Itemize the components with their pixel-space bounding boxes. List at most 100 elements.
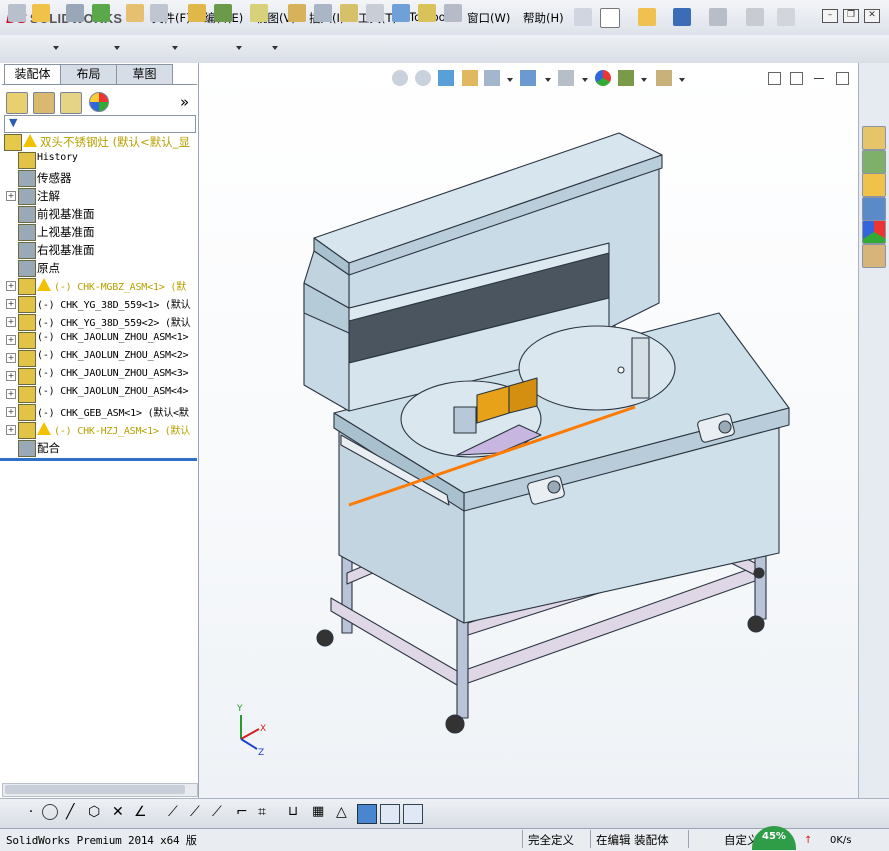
tree-item[interactable]: + (-) CHK-HZJ_ASM<1> (默认 <box>0 421 198 439</box>
explode-line-sketch-icon[interactable] <box>340 4 358 22</box>
corner-rectangle-icon[interactable]: ⌐ <box>236 804 254 822</box>
menu-help[interactable]: 帮助(H) <box>523 10 564 26</box>
expand-toggle-icon[interactable]: + <box>6 335 16 345</box>
insert-components-icon[interactable] <box>8 4 26 22</box>
feature-manager-tree-icon[interactable] <box>6 92 28 114</box>
tree-filter-input[interactable]: ▼ <box>4 115 196 133</box>
smart-fasteners-icon[interactable] <box>92 4 110 22</box>
shaded-display-icon[interactable] <box>357 804 377 824</box>
undo-icon[interactable] <box>746 8 764 26</box>
appearances-icon[interactable] <box>862 220 886 244</box>
fasteners-dropdown-icon[interactable] <box>114 46 120 50</box>
assembly-features-icon[interactable] <box>188 4 206 22</box>
tree-item[interactable]: 传感器 <box>0 169 198 187</box>
network-speed: 0K/s <box>830 835 852 846</box>
line-icon[interactable]: ╱ <box>66 804 84 822</box>
smart-dimension-icon[interactable]: ⊔ <box>288 804 306 822</box>
configuration-manager-icon[interactable] <box>60 92 82 114</box>
view-palette-icon[interactable] <box>862 197 886 221</box>
tree-item[interactable]: + (-) CHK_GEB_ASM<1> (默认<默 <box>0 403 198 421</box>
tree-item-label: (-) CHK_JAOLUN_ZHOU_ASM<2> <box>37 350 189 361</box>
new-document-icon[interactable] <box>600 8 620 28</box>
file-explorer-icon[interactable] <box>862 173 886 197</box>
show-hidden-dropdown-icon[interactable] <box>172 46 178 50</box>
hole-alignment-icon[interactable] <box>418 4 436 22</box>
expand-toggle-icon[interactable]: + <box>6 425 16 435</box>
show-hidden-icon[interactable] <box>150 4 168 22</box>
interference-detection-icon[interactable] <box>366 4 384 22</box>
panel-splitter[interactable] <box>0 458 197 461</box>
tree-item[interactable]: + (-) CHK_JAOLUN_ZHOU_ASM<4> <box>0 385 198 403</box>
panel-expand-icon[interactable]: » <box>180 93 189 111</box>
mate-icon[interactable] <box>32 4 50 22</box>
pin-icon[interactable] <box>574 8 592 26</box>
mate-dropdown-icon[interactable] <box>53 46 59 50</box>
panel-horizontal-scrollbar[interactable] <box>2 783 198 797</box>
tree-item[interactable]: + (-) CHK_YG_38D_559<2> (默认 <box>0 313 198 331</box>
tree-item[interactable]: 上视基准面 <box>0 223 198 241</box>
tree-item[interactable]: + (-) CHK-MGBZ_ASM<1> (默 <box>0 277 198 295</box>
move-component-icon[interactable] <box>126 4 144 22</box>
bill-of-materials-icon[interactable] <box>288 4 306 22</box>
tree-item[interactable]: 双头不锈钢灶 (默认<默认_显 <box>0 133 198 151</box>
print-icon[interactable] <box>709 8 727 26</box>
table-icon[interactable] <box>403 804 423 824</box>
expand-toggle-icon[interactable]: + <box>6 389 16 399</box>
save-icon[interactable] <box>673 8 691 26</box>
close-button[interactable]: ✕ <box>864 9 880 23</box>
help-icon[interactable] <box>777 8 795 26</box>
expand-toggle-icon[interactable]: + <box>6 281 16 291</box>
polygon-icon[interactable]: ⬡ <box>88 804 106 822</box>
expand-toggle-icon[interactable]: + <box>6 317 16 327</box>
solidworks-resources-icon[interactable] <box>862 126 886 150</box>
reference-dropdown-icon[interactable] <box>236 46 242 50</box>
exploded-view-icon[interactable] <box>314 4 332 22</box>
expand-toggle-icon[interactable]: + <box>6 407 16 417</box>
motion-dropdown-icon[interactable] <box>272 46 278 50</box>
scroll-thumb[interactable] <box>5 785 185 794</box>
display-manager-icon[interactable] <box>89 92 109 112</box>
point-icon[interactable]: · <box>22 804 40 822</box>
tree-item[interactable]: 原点 <box>0 259 198 277</box>
point-grid-icon[interactable]: ⌗ <box>258 804 276 822</box>
open-folder-icon[interactable] <box>638 8 656 26</box>
design-library-icon[interactable] <box>862 150 886 174</box>
tab-layout[interactable]: 布局 <box>60 64 117 84</box>
tree-item[interactable]: 配合 <box>0 439 198 457</box>
tree-item[interactable]: + 注解 <box>0 187 198 205</box>
expand-toggle-icon[interactable]: + <box>6 191 16 201</box>
tree-item[interactable]: 前视基准面 <box>0 205 198 223</box>
tree-item[interactable]: + (-) CHK_JAOLUN_ZHOU_ASM<2> <box>0 349 198 367</box>
tree-item[interactable]: History <box>0 151 198 169</box>
property-manager-icon[interactable] <box>33 92 55 114</box>
menu-window[interactable]: 窗口(W) <box>467 10 510 26</box>
instant3d-icon[interactable] <box>444 4 462 22</box>
custom-properties-icon[interactable] <box>862 244 886 268</box>
angle-line-icon[interactable]: ∠ <box>134 804 152 822</box>
trim-icon[interactable]: ✕ <box>112 804 130 822</box>
expand-toggle-icon[interactable]: + <box>6 371 16 381</box>
tree-item[interactable]: + (-) CHK_JAOLUN_ZHOU_ASM<3> <box>0 367 198 385</box>
new-motion-study-icon[interactable] <box>250 4 268 22</box>
tree-item[interactable]: + (-) CHK_JAOLUN_ZHOU_ASM<1> <box>0 331 198 349</box>
triangle-icon[interactable]: △ <box>336 804 354 822</box>
tree-item[interactable]: 右视基准面 <box>0 241 198 259</box>
restore-button[interactable]: ❐ <box>843 9 859 23</box>
mirror-icon[interactable]: ⟋ <box>168 804 186 822</box>
reference-geometry-icon[interactable] <box>214 4 232 22</box>
tab-sketch[interactable]: 草图 <box>116 64 173 84</box>
grid-icon[interactable]: ▦ <box>312 804 330 822</box>
clearance-verification-icon[interactable] <box>392 4 410 22</box>
minimize-button[interactable]: – <box>822 9 838 23</box>
convert-entities-icon[interactable]: ⟋ <box>212 804 230 822</box>
circle-icon[interactable] <box>42 804 58 820</box>
offset-icon[interactable]: ⟋ <box>190 804 208 822</box>
expand-toggle-icon[interactable]: + <box>6 353 16 363</box>
linear-pattern-icon[interactable] <box>66 4 84 22</box>
expand-toggle-icon[interactable]: + <box>6 299 16 309</box>
tree-item[interactable]: + (-) CHK_YG_38D_559<1> (默认 <box>0 295 198 313</box>
version-text: SolidWorks Premium 2014 x64 版 <box>6 834 197 847</box>
tab-assembly[interactable]: 装配体 <box>4 64 61 85</box>
normal-to-icon[interactable] <box>380 804 400 824</box>
tree-item-label: 右视基准面 <box>37 243 95 257</box>
